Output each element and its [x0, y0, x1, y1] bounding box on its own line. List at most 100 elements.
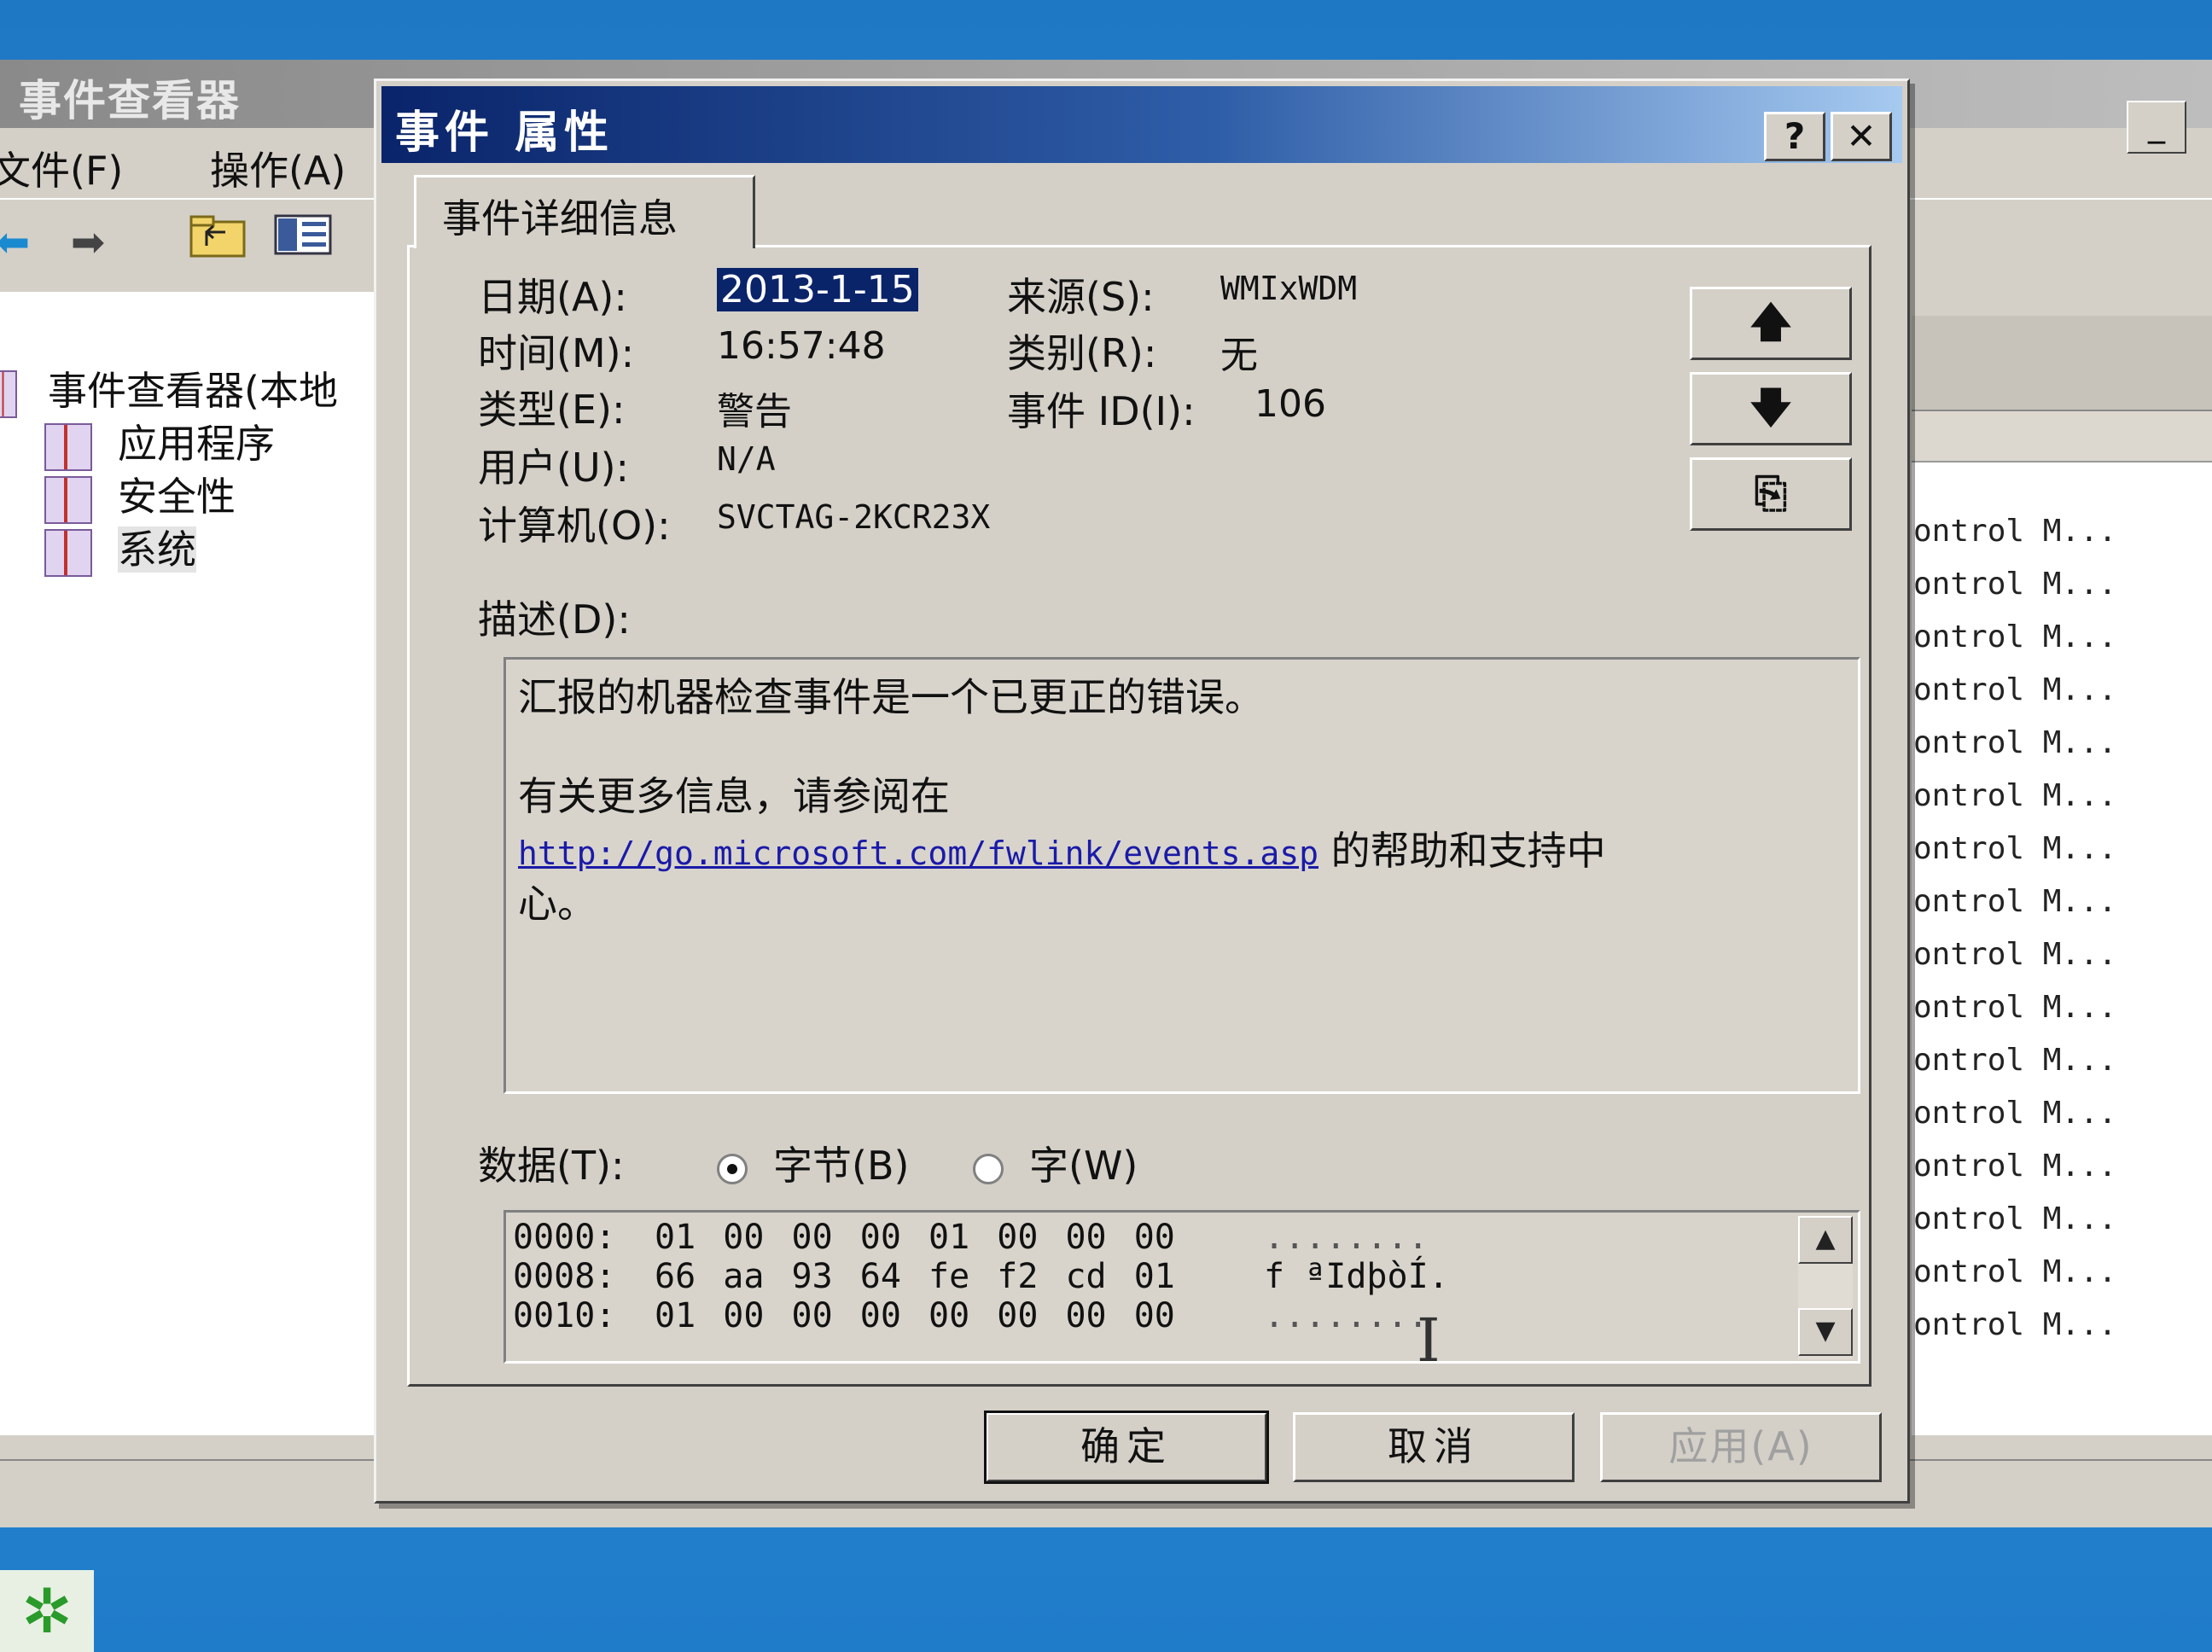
event-log-icon — [44, 422, 92, 471]
scroll-up-button[interactable]: ▲ — [1798, 1216, 1853, 1264]
event-log-icon — [44, 475, 92, 524]
list-item[interactable]: ontrol M... — [1912, 1149, 2212, 1201]
data-hex-view[interactable]: 0000: 01 00 00 00 01 00 00 00 ........ 0… — [504, 1210, 1860, 1364]
radio-words-label: 字(W) — [1029, 1143, 1138, 1189]
list-item[interactable]: ontrol M... — [1912, 1201, 2212, 1254]
cancel-button[interactable]: 取消 — [1293, 1412, 1575, 1482]
list-item[interactable]: ontrol M... — [1912, 937, 2212, 990]
description-line-2: 有关更多信息，请参阅在 — [518, 773, 950, 819]
text-cursor-icon: I — [1417, 1306, 1441, 1376]
tree-item-security[interactable]: 安全性 — [44, 466, 236, 524]
list-item[interactable]: ontrol M... — [1912, 1096, 2212, 1149]
previous-event-button[interactable]: 🡅 — [1690, 287, 1852, 360]
hex-offset: 0000: — [513, 1218, 616, 1257]
list-item[interactable]: ontrol M... — [1912, 725, 2212, 778]
dialog-titlebar[interactable]: 事件 属性 ? ✕ — [381, 86, 1902, 163]
description-textbox[interactable]: 汇报的机器检查事件是一个已更正的错误。 有关更多信息，请参阅在 http://g… — [504, 657, 1860, 1094]
list-item[interactable]: ontrol M... — [1912, 990, 2212, 1043]
vertical-scrollbar[interactable]: ▲ ▼ — [1798, 1216, 1853, 1359]
tab-event-details-label: 事件详细信息 — [442, 195, 678, 241]
copy-icon: ⎘ — [1754, 469, 1788, 517]
event-list: ontrol M... ontrol M... ontrol M... ontr… — [1912, 462, 2212, 1435]
tree-root[interactable]: 事件查看器(本地 — [0, 360, 338, 418]
show-hide-tree-button[interactable] — [256, 212, 350, 276]
category-label: 类别(R): — [1007, 330, 1157, 376]
event-id-value: 106 — [1254, 382, 1326, 426]
event-log-icon — [44, 528, 92, 577]
radio-words-indicator — [973, 1153, 1004, 1184]
radio-bytes[interactable]: 字节(B) — [717, 1135, 909, 1191]
hex-offset: 0008: — [513, 1257, 616, 1296]
next-event-button[interactable]: 🡇 — [1690, 372, 1852, 445]
list-item[interactable]: ontrol M... — [1912, 1254, 2212, 1307]
description-line-3: http://go.microsoft.com/fwlink/events.as… — [518, 820, 1606, 876]
hex-bytes: 01 00 00 00 00 00 00 00 — [655, 1296, 1175, 1335]
copy-event-button[interactable]: ⎘ — [1690, 457, 1852, 531]
ok-button[interactable]: 确定 — [984, 1411, 1269, 1484]
category-value: 无 — [1220, 334, 1258, 377]
arrow-up-icon: 🡅 — [1749, 299, 1792, 346]
list-item[interactable]: ontrol M... — [1912, 1307, 2212, 1360]
arrow-down-icon: 🡇 — [1749, 384, 1792, 432]
event-viewer-title: 事件查看器 — [19, 76, 241, 125]
forward-arrow-icon[interactable]: ➡ — [41, 212, 135, 276]
data-label: 数据(T): — [478, 1143, 625, 1189]
hex-ascii: ........ — [1264, 1296, 1429, 1335]
help-button[interactable]: ? — [1764, 112, 1825, 161]
computer-icon — [0, 369, 17, 418]
description-line-1: 汇报的机器检查事件是一个已更正的错误。 — [518, 674, 1264, 720]
taskbar-app-icon[interactable]: ✲ — [0, 1570, 94, 1652]
show-hide-tree-icon — [274, 214, 332, 255]
list-column-header[interactable] — [1912, 411, 2212, 462]
menu-action[interactable]: 操作(A) — [210, 140, 346, 196]
tree-item-system[interactable]: 系统 — [44, 519, 196, 577]
list-header-band — [1912, 316, 2212, 411]
dialog-title: 事件 属性 — [395, 108, 614, 159]
up-folder-icon — [189, 215, 246, 258]
menu-file[interactable]: 文件(F) — [0, 140, 123, 196]
description-line-4: 心。 — [518, 881, 597, 927]
type-label: 类型(E): — [478, 387, 626, 433]
source-value: WMIxWDM — [1220, 270, 1358, 307]
list-item[interactable]: ontrol M... — [1912, 884, 2212, 937]
type-value: 警告 — [717, 390, 792, 433]
date-value[interactable]: 2013-1-15 — [717, 268, 918, 311]
console-tree: 事件查看器(本地 应用程序 安全性 系统 — [0, 292, 375, 1435]
tab-event-details[interactable]: 事件详细信息 — [414, 175, 755, 248]
list-item[interactable]: ontrol M... — [1912, 778, 2212, 831]
description-label: 描述(D): — [478, 596, 631, 643]
radio-bytes-indicator — [717, 1153, 748, 1184]
time-value: 16:57:48 — [717, 324, 886, 368]
tree-item-application[interactable]: 应用程序 — [44, 413, 275, 471]
hex-ascii: f ªIdþòÍ. — [1264, 1257, 1449, 1296]
list-item[interactable]: ontrol M... — [1912, 620, 2212, 672]
up-folder-button[interactable] — [171, 212, 265, 276]
apply-button[interactable]: 应用(A) — [1600, 1412, 1882, 1482]
list-item[interactable]: ontrol M... — [1912, 514, 2212, 567]
list-item[interactable]: ontrol M... — [1912, 567, 2212, 620]
hex-offset: 0010: — [513, 1296, 616, 1335]
list-item[interactable]: ontrol M... — [1912, 1043, 2212, 1096]
user-value: N/A — [717, 440, 776, 478]
tree-root-label: 事件查看器(本地 — [48, 368, 338, 414]
computer-label: 计算机(O): — [478, 503, 671, 549]
date-label: 日期(A): — [478, 274, 627, 320]
list-item[interactable]: ontrol M... — [1912, 831, 2212, 884]
tree-item-label: 安全性 — [118, 474, 236, 520]
event-properties-dialog: 事件 属性 ? ✕ 事件详细信息 日期(A): 2013-1-15 来源(S):… — [374, 79, 1910, 1504]
description-line-3-tail: 的帮助和支持中 — [1318, 828, 1606, 874]
tree-item-label: 系统 — [118, 526, 196, 573]
close-button[interactable]: ✕ — [1831, 112, 1892, 161]
computer-value: SVCTAG-2KCR23X — [717, 498, 991, 536]
tree-item-label: 应用程序 — [118, 421, 275, 467]
radio-bytes-label: 字节(B) — [773, 1143, 910, 1189]
scroll-down-button[interactable]: ▼ — [1798, 1308, 1853, 1356]
date-value-wrap: 2013-1-15 — [717, 268, 918, 311]
help-link[interactable]: http://go.microsoft.com/fwlink/events.as… — [518, 835, 1318, 872]
hex-bytes: 66 aa 93 64 fe f2 cd 01 — [655, 1257, 1175, 1296]
list-item[interactable]: ontrol M... — [1912, 672, 2212, 725]
radio-words[interactable]: 字(W) — [973, 1135, 1138, 1191]
time-label: 时间(M): — [478, 330, 635, 376]
hex-bytes: 01 00 00 00 01 00 00 00 — [655, 1218, 1175, 1257]
hex-ascii: ........ — [1264, 1218, 1429, 1257]
